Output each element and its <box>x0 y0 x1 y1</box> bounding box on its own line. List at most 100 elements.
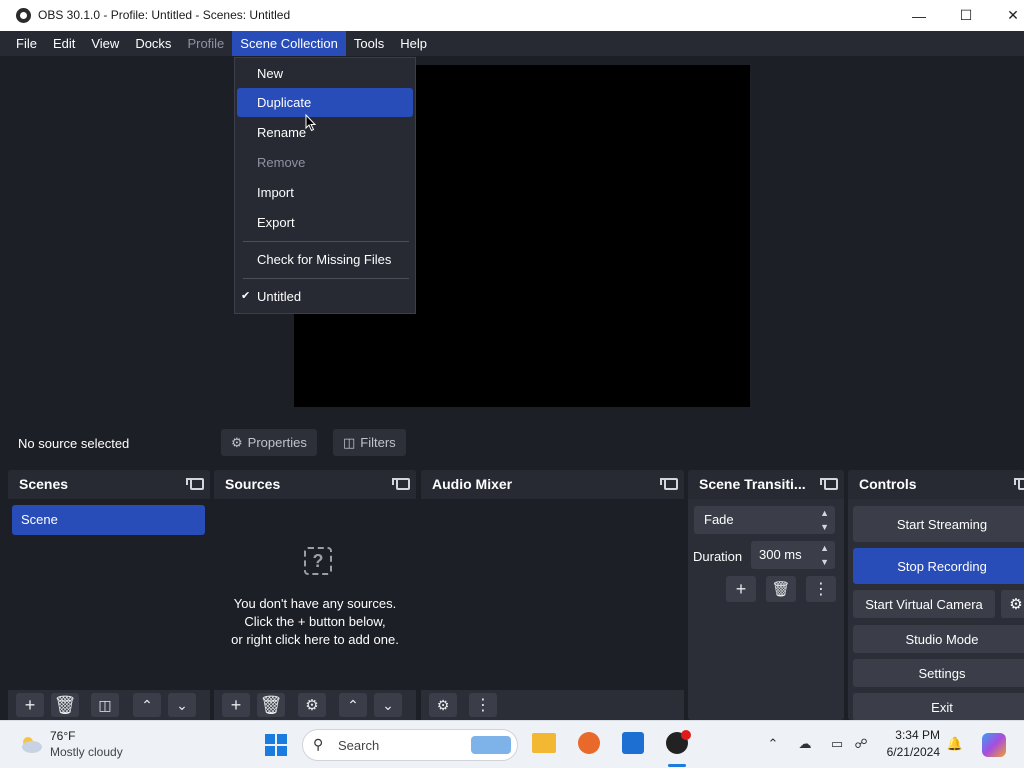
sources-empty-message: You don't have any sources. Click the + … <box>210 595 420 649</box>
windows-start-icon[interactable] <box>264 733 288 757</box>
menu-view[interactable]: View <box>83 31 127 56</box>
menu-item-remove[interactable]: Remove <box>237 148 413 177</box>
filters-button[interactable]: ◫ Filters <box>333 429 406 456</box>
search-placeholder: Search <box>338 738 380 753</box>
obs-logo-icon <box>16 8 31 23</box>
move-down-button[interactable]: ⌄ <box>374 693 402 717</box>
duration-value: 300 ms <box>759 547 802 562</box>
menu-item-duplicate[interactable]: Duplicate <box>237 88 413 117</box>
scenes-list: Scene <box>8 499 210 690</box>
menu-tools[interactable]: Tools <box>346 31 392 56</box>
move-up-button[interactable]: ⌃ <box>339 693 367 717</box>
window-title: OBS 30.1.0 - Profile: Untitled - Scenes:… <box>38 8 291 22</box>
empty-line-3: or right click here to add one. <box>231 632 399 647</box>
source-toolbar: No source selected ⚙ Properties ◫ Filter… <box>8 426 1024 460</box>
menu-profile[interactable]: Profile <box>179 31 232 56</box>
weather-desc[interactable]: Mostly cloudy <box>50 745 123 759</box>
remove-transition-button[interactable]: 🗑 <box>766 576 796 602</box>
checkmark-icon: ✔ <box>241 290 251 302</box>
controls-header: Controls <box>848 470 1024 499</box>
scenes-header: Scenes <box>8 470 210 499</box>
add-source-button[interactable]: + <box>222 693 250 717</box>
menu-item-untitled[interactable]: ✔ Untitled <box>237 282 413 311</box>
undock-icon[interactable] <box>392 478 410 490</box>
clock-date[interactable]: 6/21/2024 <box>880 745 940 759</box>
menu-edit[interactable]: Edit <box>45 31 83 56</box>
undock-icon[interactable] <box>820 478 838 490</box>
move-up-button[interactable]: ⌃ <box>133 693 161 717</box>
empty-line-1: You don't have any sources. <box>233 596 397 611</box>
start-streaming-button[interactable]: Start Streaming <box>853 506 1024 542</box>
menu-item-import[interactable]: Import <box>237 178 413 207</box>
menu-item-rename[interactable]: Rename <box>237 118 413 147</box>
move-down-button[interactable]: ⌄ <box>168 693 196 717</box>
filter-icon: ◫ <box>343 434 356 450</box>
weather-temp[interactable]: 76°F <box>50 729 75 743</box>
sources-list[interactable]: ? You don't have any sources. Click the … <box>214 499 416 690</box>
display-icon[interactable]: ▭ <box>828 735 846 753</box>
store-icon[interactable] <box>622 732 644 754</box>
taskbar-search-box[interactable]: ⚲ Search <box>302 729 518 761</box>
menu-file[interactable]: File <box>8 31 45 56</box>
exit-button[interactable]: Exit <box>853 693 1024 721</box>
transitions-header: Scene Transiti... <box>688 470 844 499</box>
scenes-dock: Scenes Scene + 🗑 ◫ ⌃ ⌄ <box>8 470 210 720</box>
properties-label: Properties <box>247 435 307 450</box>
undock-icon[interactable] <box>660 478 678 490</box>
audio-mixer-dock: Audio Mixer ⚙ ⋮ <box>421 470 684 720</box>
firefox-icon[interactable] <box>578 732 600 754</box>
studio-mode-button[interactable]: Studio Mode <box>853 625 1024 653</box>
menu-bar: File Edit View Docks Profile Scene Colle… <box>0 31 1024 56</box>
onedrive-offline-icon[interactable]: ☁ <box>796 735 814 753</box>
menu-item-check-missing-files[interactable]: Check for Missing Files <box>237 245 413 274</box>
undock-icon[interactable] <box>1014 478 1024 490</box>
menu-item-new[interactable]: New <box>237 59 413 88</box>
remove-source-button[interactable]: 🗑 <box>257 693 285 717</box>
scenes-title: Scenes <box>19 476 69 492</box>
file-explorer-icon[interactable] <box>532 733 556 753</box>
virtual-camera-settings-icon[interactable]: ⚙ <box>1001 590 1024 618</box>
menu-scene-collection[interactable]: Scene Collection <box>232 31 346 56</box>
cloudy-weather-icon[interactable] <box>18 734 44 754</box>
empty-line-2: Click the + button below, <box>244 614 386 629</box>
scene-item[interactable]: Scene <box>12 505 205 535</box>
filters-label: Filters <box>360 435 396 450</box>
copilot-icon[interactable] <box>982 733 1006 757</box>
stop-recording-button[interactable]: Stop Recording <box>853 548 1024 584</box>
controls-title: Controls <box>859 476 917 492</box>
menu-separator <box>243 278 409 279</box>
duration-spinbox[interactable]: 300 ms ▲ ▼ <box>751 541 835 569</box>
active-app-indicator <box>668 764 686 767</box>
tray-chevron-up-icon[interactable]: ⌃ <box>764 735 782 753</box>
minimize-button[interactable]: — <box>896 0 942 31</box>
network-icon[interactable]: ☍ <box>852 735 870 753</box>
undock-icon[interactable] <box>186 478 204 490</box>
transition-select[interactable]: Fade ▲ ▼ <box>694 506 835 534</box>
clock-time[interactable]: 3:34 PM <box>884 728 940 742</box>
add-scene-button[interactable]: + <box>16 693 44 717</box>
menu-help[interactable]: Help <box>392 31 435 56</box>
sources-dock: Sources ? You don't have any sources. Cl… <box>214 470 416 720</box>
spin-arrows-icon[interactable]: ▲ ▼ <box>820 541 829 569</box>
duration-label: Duration <box>693 549 743 564</box>
audio-mixer-title: Audio Mixer <box>432 476 513 492</box>
close-button[interactable]: ✕ <box>990 0 1024 31</box>
remove-scene-button[interactable]: 🗑 <box>51 693 79 717</box>
audio-mixer-area <box>421 499 684 690</box>
maximize-button[interactable]: ☐ <box>943 0 989 31</box>
properties-button[interactable]: ⚙ Properties <box>221 429 317 456</box>
menu-docks[interactable]: Docks <box>127 31 179 56</box>
notification-bell-icon[interactable]: 🔔 <box>946 735 964 753</box>
settings-button[interactable]: Settings <box>853 659 1024 687</box>
transition-properties-button[interactable]: ⋮ <box>806 576 836 602</box>
more-options-icon[interactable]: ⋮ <box>469 693 497 717</box>
menu-item-export[interactable]: Export <box>237 208 413 237</box>
audio-settings-icon[interactable]: ⚙ <box>429 693 457 717</box>
scene-filters-button[interactable]: ◫ <box>91 693 119 717</box>
start-virtual-camera-button[interactable]: Start Virtual Camera <box>853 590 995 618</box>
taskbar: 76°F Mostly cloudy ⚲ Search ⌃ ☁ ▭ ☍ 3:34… <box>0 720 1024 768</box>
add-transition-button[interactable]: + <box>726 576 756 602</box>
transitions-title: Scene Transiti... <box>699 476 806 492</box>
scenes-toolbar: + 🗑 ◫ ⌃ ⌄ <box>8 690 210 720</box>
source-properties-button[interactable]: ⚙ <box>298 693 326 717</box>
